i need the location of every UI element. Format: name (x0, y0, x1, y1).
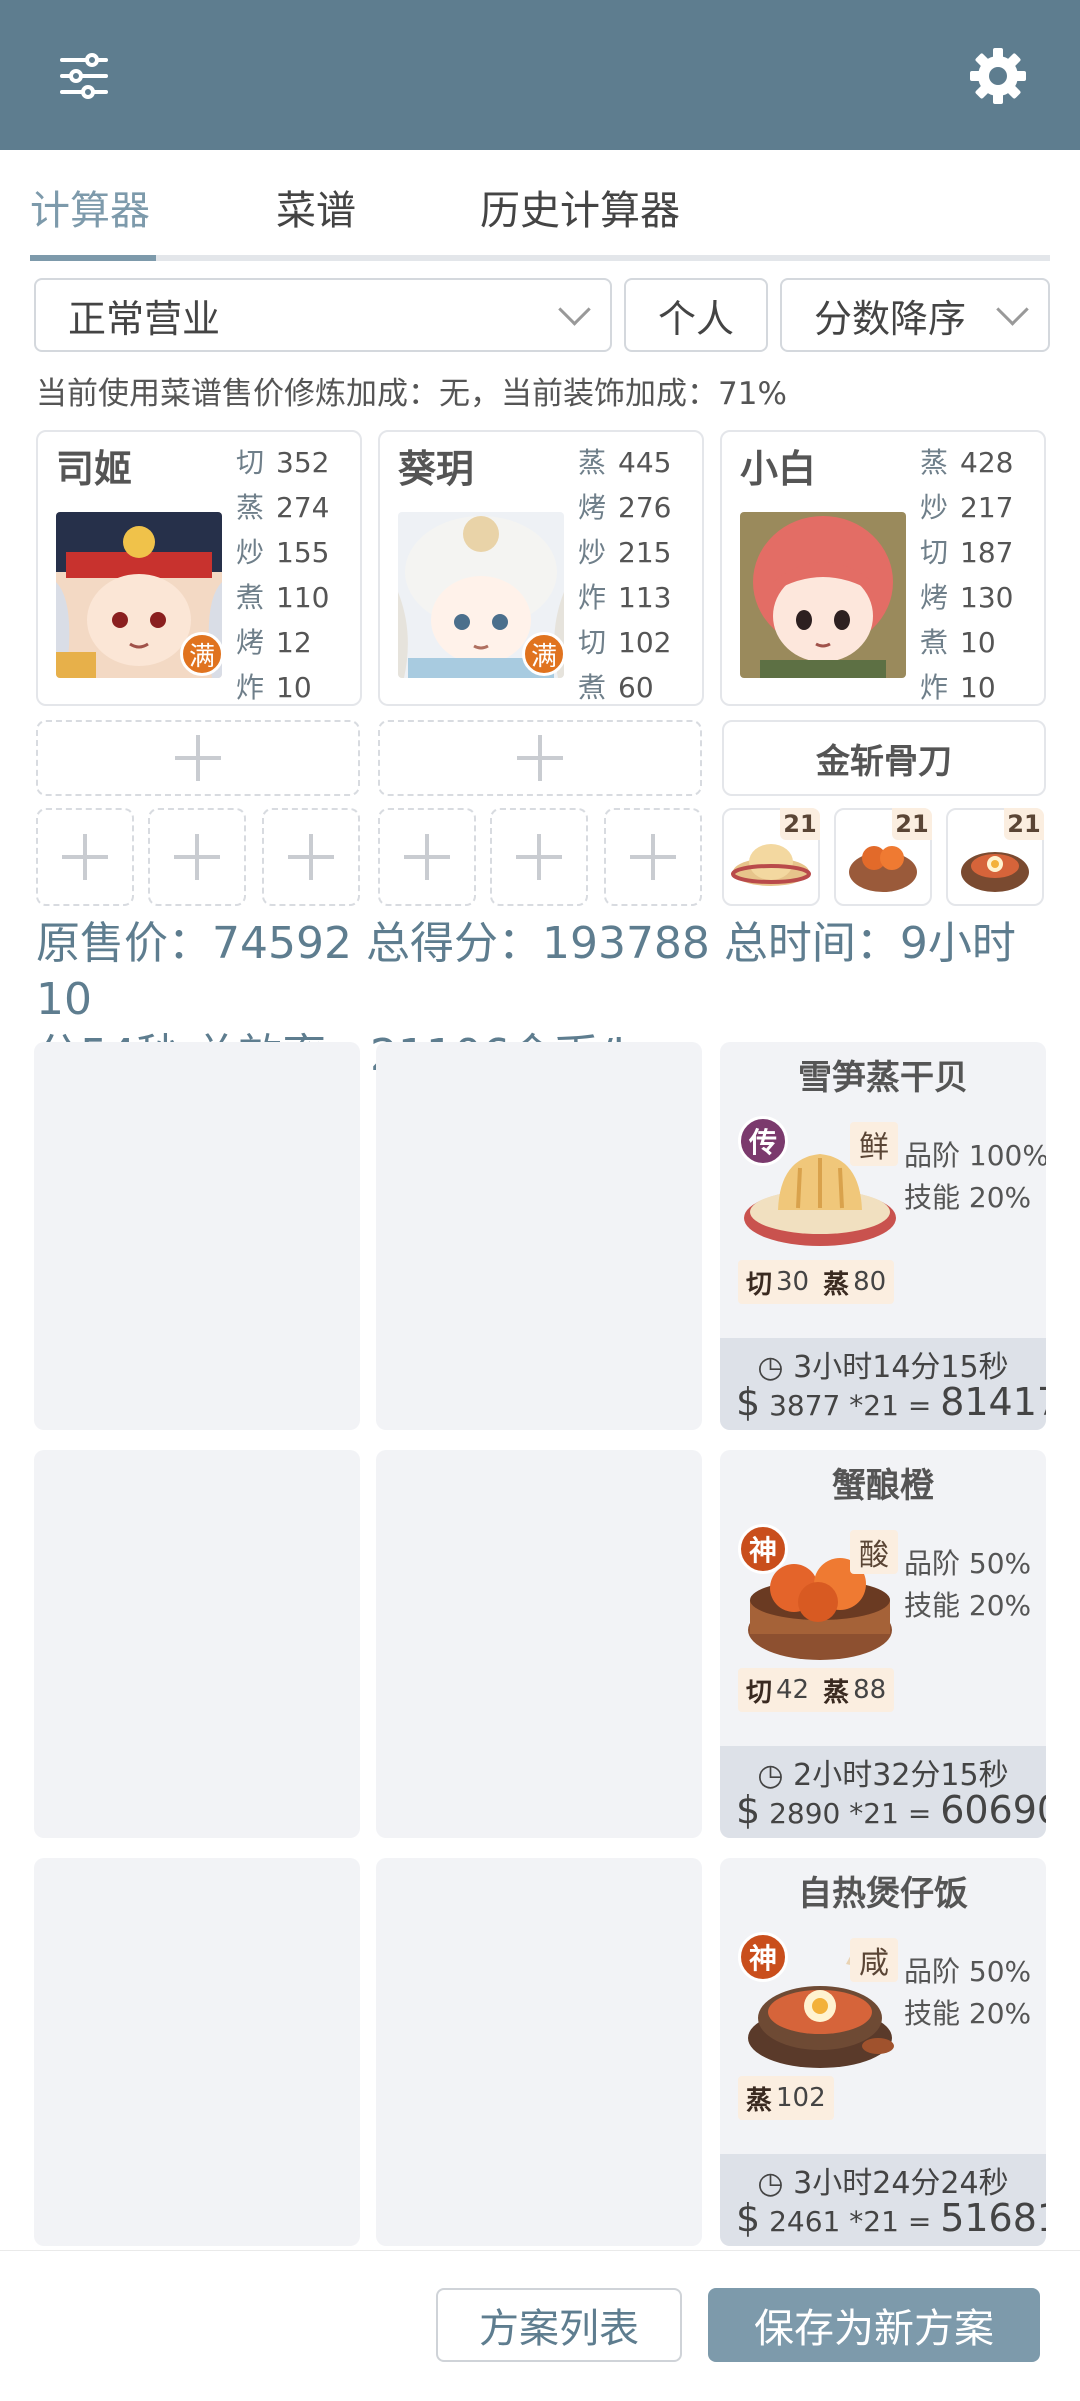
empty-recipe-slot[interactable] (376, 1450, 702, 1838)
recipe-name: 蟹酿橙 (832, 1466, 934, 1506)
add-dish-button[interactable] (378, 808, 476, 906)
empty-recipe-slot[interactable] (34, 1450, 360, 1838)
add-dish-button[interactable] (36, 808, 134, 906)
rarity-badge: 传 (738, 1116, 788, 1166)
recipe-name: 自热煲仔饭 (798, 1874, 968, 1914)
tab-divider (30, 255, 1050, 261)
chef-card[interactable]: 葵玥 满 蒸 445 烤 276 炒 215 炸 113 切 102 煮 60 (378, 430, 704, 706)
plus-icon (517, 735, 563, 781)
empty-recipe-slot[interactable] (34, 1858, 360, 2246)
grade-line: 品阶 50% (904, 1955, 1032, 1988)
dish-quantity: 21 (892, 808, 932, 840)
recipe-card[interactable]: 雪笋蒸干贝 传 鲜 品阶 100% 技能 20% 切 30 蒸 80 ◷ 3小时14… (720, 1042, 1046, 1430)
max-level-badge: 满 (522, 632, 566, 676)
tab-active-indicator (30, 255, 156, 261)
dish-quantity: 21 (1004, 808, 1044, 840)
flavor-tag: 咸 (850, 1938, 898, 1982)
recipe-footer: ◷ 2小时32分15秒 $ 2890 *21 = 60690 (720, 1746, 1046, 1838)
rarity-badge: 神 (738, 1932, 788, 1982)
skill-line: 技能 20% (904, 1589, 1032, 1622)
plus-icon (174, 834, 220, 880)
scope-button[interactable]: 个人 (624, 278, 768, 352)
add-dish-button[interactable] (262, 808, 360, 906)
bonus-info-text: 当前使用菜谱售价修炼加成：无，当前装饰加成：71% (36, 376, 787, 412)
recipe-card[interactable]: 自热煲仔饭 神 咸 品阶 50% 技能 20% 蒸 102 ◷ 3小时24分24秒… (720, 1858, 1046, 2246)
add-equipment-button[interactable] (378, 720, 702, 796)
skill-line: 技能 20% (904, 1997, 1032, 2030)
recipe-footer: ◷ 3小时14分15秒 $ 3877 *21 = 81417 (720, 1338, 1046, 1430)
chef-name: 司姬 (56, 447, 133, 491)
empty-recipe-slot[interactable] (34, 1042, 360, 1430)
chef-name: 葵玥 (398, 447, 475, 491)
business-mode-select[interactable]: 正常营业 (34, 278, 612, 352)
equipment-slot[interactable]: 金斩骨刀 (722, 720, 1046, 796)
chevron-down-icon (996, 293, 1029, 326)
dish-quantity: 21 (780, 808, 820, 840)
flavor-tag: 鲜 (850, 1122, 898, 1166)
chevron-down-icon (558, 293, 591, 326)
empty-recipe-slot[interactable] (376, 1042, 702, 1430)
max-level-badge: 满 (180, 632, 224, 676)
chef-card[interactable]: 司姬 满 切 352 蒸 274 炒 155 煮 110 烤 12 炸 10 (36, 430, 362, 706)
save-new-plan-button[interactable]: 保存为新方案 (708, 2288, 1040, 2362)
rarity-badge: 神 (738, 1524, 788, 1574)
grade-line: 品阶 50% (904, 1547, 1032, 1580)
plus-icon (630, 834, 676, 880)
skill-requirements: 切 30 蒸 80 (738, 1260, 895, 1304)
price-line: $ 2461 *21 = 51681 (736, 2196, 1046, 2240)
gear-icon[interactable] (958, 36, 1038, 116)
business-mode-value: 正常营业 (68, 296, 221, 341)
equipment-name: 金斩骨刀 (816, 741, 952, 782)
selected-dish-thumb[interactable]: 21 (946, 808, 1044, 906)
chef-avatar (740, 512, 906, 678)
chef-card[interactable]: 小白 蒸 428 炒 217 切 187 烤 130 煮 10 炸 10 (720, 430, 1046, 706)
tab-bar: 计算器 菜谱 历史计算器 (0, 150, 1080, 265)
sort-value: 分数降序 (814, 296, 967, 341)
grade-line: 品阶 100% (904, 1139, 1046, 1172)
tab-calculator[interactable]: 计算器 (30, 178, 150, 236)
plan-list-button[interactable]: 方案列表 (436, 2288, 682, 2362)
tab-history-calculator[interactable]: 历史计算器 (480, 178, 680, 236)
sliders-icon[interactable] (44, 36, 124, 116)
chef-skill-list: 蒸 445 烤 276 炒 215 炸 113 切 102 煮 60 (578, 446, 672, 704)
chef-skill-list: 蒸 428 炒 217 切 187 烤 130 煮 10 炸 10 (920, 446, 1014, 704)
app-header (0, 0, 1080, 150)
flavor-tag: 酸 (850, 1530, 898, 1574)
price-line: $ 3877 *21 = 81417 (736, 1380, 1046, 1424)
plus-icon (175, 735, 221, 781)
scope-label: 个人 (657, 296, 734, 341)
chef-name: 小白 (740, 447, 817, 491)
add-equipment-button[interactable] (36, 720, 360, 796)
recipe-footer: ◷ 3小时24分24秒 $ 2461 *21 = 51681 (720, 2154, 1046, 2246)
add-dish-button[interactable] (490, 808, 588, 906)
chef-skill-list: 切 352 蒸 274 炒 155 煮 110 烤 12 炸 10 (236, 446, 330, 704)
sort-select[interactable]: 分数降序 (780, 278, 1050, 352)
plus-icon (404, 834, 450, 880)
recipe-card[interactable]: 蟹酿橙 神 酸 品阶 50% 技能 20% 切 42 蒸 88 ◷ 2小时32分15… (720, 1450, 1046, 1838)
plus-icon (62, 834, 108, 880)
add-dish-button[interactable] (604, 808, 702, 906)
plus-icon (516, 834, 562, 880)
selected-dish-thumb[interactable]: 21 (722, 808, 820, 906)
recipe-name: 雪笋蒸干贝 (798, 1058, 968, 1098)
skill-requirements: 蒸 102 (738, 2076, 834, 2120)
add-dish-button[interactable] (148, 808, 246, 906)
empty-recipe-slot[interactable] (376, 1858, 702, 2246)
selected-dish-thumb[interactable]: 21 (834, 808, 932, 906)
plus-icon (288, 834, 334, 880)
price-line: $ 2890 *21 = 60690 (736, 1788, 1046, 1832)
skill-line: 技能 20% (904, 1181, 1032, 1214)
skill-requirements: 切 42 蒸 88 (738, 1668, 895, 1712)
tab-recipes[interactable]: 菜谱 (276, 178, 356, 236)
